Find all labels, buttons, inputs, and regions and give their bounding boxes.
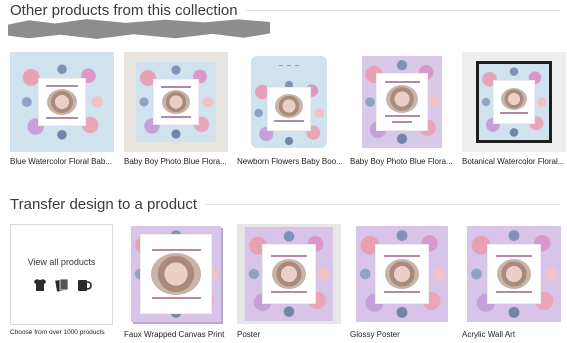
product-caption[interactable]: Acrylic Wall Art — [462, 330, 567, 339]
view-all-products-button[interactable]: View all products — [10, 224, 113, 325]
product-tile-4[interactable]: Baby Boy Photo Blue Flora... — [350, 52, 454, 172]
transfer-tile-3[interactable]: Glossy Poster — [350, 224, 454, 342]
section-title-collection: Other products from this collection — [10, 2, 560, 19]
product-caption[interactable]: Poster — [237, 330, 343, 339]
product-thumbnail[interactable]: ~ ~ ~ — [237, 52, 341, 152]
product-caption[interactable]: Blue Watercolor Floral Bab... — [10, 157, 116, 166]
product-caption[interactable]: Baby Boy Photo Blue Flora... — [350, 157, 456, 166]
product-thumbnail[interactable] — [124, 52, 228, 152]
transfer-tile-1[interactable]: Faux Wrapped Canvas Print — [124, 224, 228, 342]
product-caption[interactable]: Baby Boy Photo Blue Flora... — [124, 157, 230, 166]
product-thumbnail[interactable] — [462, 224, 566, 324]
product-caption[interactable]: Faux Wrapped Canvas Print — [124, 330, 230, 339]
product-caption[interactable]: Newborn Flowers Baby Boo... — [237, 157, 343, 166]
transfer-tile-4[interactable]: Acrylic Wall Art — [462, 224, 566, 342]
cards-icon — [54, 277, 70, 293]
product-caption[interactable]: Glossy Poster — [350, 330, 456, 339]
product-thumbnail[interactable] — [237, 224, 341, 324]
transfer-tile-2[interactable]: Poster — [237, 224, 341, 342]
product-caption[interactable]: Botanical Watercolor Floral... — [462, 157, 567, 166]
view-all-subtext: Choose from over 1000 products — [10, 329, 105, 336]
section-title-transfer: Transfer design to a product — [10, 196, 560, 213]
divider — [245, 10, 560, 11]
product-thumbnail[interactable] — [350, 224, 454, 324]
section-title-text: Transfer design to a product — [10, 196, 198, 213]
section-title-text: Other products from this collection — [10, 2, 238, 19]
product-thumbnail[interactable] — [462, 52, 566, 152]
tshirt-icon — [32, 277, 48, 293]
mug-icon — [76, 277, 92, 293]
product-tile-1[interactable]: Blue Watercolor Floral Bab... — [10, 52, 114, 172]
product-tile-3[interactable]: ~ ~ ~ Newborn Flowers Baby Boo... — [237, 52, 343, 172]
product-thumbnail[interactable] — [124, 224, 228, 324]
product-tile-5[interactable]: Botanical Watercolor Floral... — [462, 52, 566, 172]
divider — [205, 204, 560, 205]
product-thumbnail[interactable] — [10, 52, 114, 152]
view-all-label[interactable]: View all products — [28, 257, 96, 267]
product-tile-2[interactable]: Baby Boy Photo Blue Flora... — [124, 52, 228, 172]
product-thumbnail[interactable] — [350, 52, 454, 152]
redacted-text — [8, 19, 270, 39]
